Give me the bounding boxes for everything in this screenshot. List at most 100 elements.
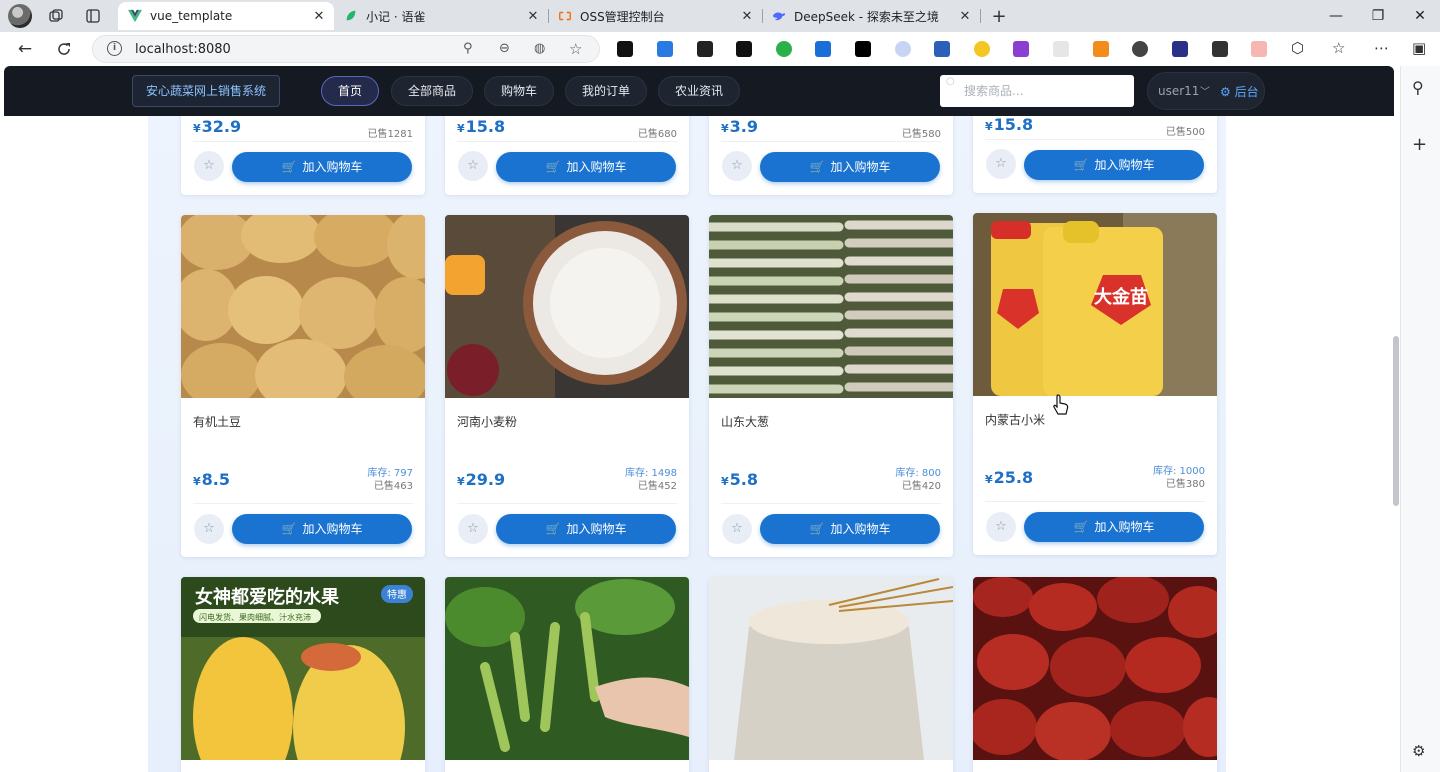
extensions-puzzle-icon[interactable]: ⬡ [1291,39,1304,57]
minimize-button[interactable]: — [1316,4,1356,28]
close-tab-icon[interactable]: ✕ [956,9,974,24]
cart-icon: 🛒 [1073,158,1089,172]
extension-icon[interactable] [617,41,633,57]
scallion-image[interactable] [709,215,953,398]
profile-avatar[interactable] [8,4,32,28]
potato-image[interactable] [181,215,425,398]
mango-image[interactable]: 特惠 女神都爱吃的水果 闪电发货、果肉细腻、汁水充沛 [181,577,425,760]
tab-deepseek[interactable]: DeepSeek - 探索未至之境 ✕ [762,2,980,30]
more-menu-icon[interactable]: ⋯ [1374,39,1389,57]
product-name[interactable]: 河南小麦粉 [457,413,517,430]
product-sold: 已售580 [901,129,941,140]
tab-oss[interactable]: OSS管理控制台 ✕ [548,2,762,30]
extension-icon[interactable] [1172,41,1188,57]
nav-home[interactable]: 首页 [321,76,380,106]
product-card[interactable]: 河南小麦粉 ¥29.9 库存: 1498 已售452 ☆ 🛒 加入购物车 [445,215,689,557]
reload-icon[interactable] [52,38,76,60]
extension-icon[interactable] [1093,41,1109,57]
extension-icon[interactable] [974,41,990,57]
extension-icon[interactable] [1013,41,1029,57]
extension-icon[interactable] [1251,41,1267,57]
add-to-cart-button[interactable]: 🛒 加入购物车 [1024,512,1204,542]
extension-icon[interactable] [934,41,950,57]
product-card[interactable] [973,577,1217,772]
extension-icon[interactable] [697,41,713,57]
close-tab-icon[interactable]: ✕ [524,9,542,24]
extension-icon[interactable] [776,41,792,57]
edamame-image[interactable] [445,577,689,760]
search-icon[interactable]: ⚲ [1412,78,1424,97]
favorite-star-icon[interactable]: ☆ [569,40,582,58]
workspaces-icon[interactable] [45,5,67,27]
nav-cart[interactable]: 购物车 [484,76,555,106]
product-card[interactable]: 有机土豆 ¥8.5 库存: 797 已售463 ☆ 🛒 加入购物车 [181,215,425,557]
rice-sack-image[interactable] [709,577,953,760]
product-card[interactable] [709,577,953,772]
add-to-cart-button[interactable]: 🛒 加入购物车 [1024,150,1204,180]
product-name[interactable]: 有机土豆 [193,413,241,430]
add-icon[interactable]: + [1412,134,1427,155]
key-icon[interactable]: ⚲ [463,41,473,56]
sidebar-toggle-icon[interactable]: ▣ [1412,39,1426,57]
search-input[interactable] [940,75,1134,107]
add-to-cart-button[interactable]: 🛒 加入购物车 [232,514,412,544]
translate-icon[interactable]: ◍ [534,41,545,56]
extension-icon[interactable] [1053,41,1069,57]
favorite-star-icon[interactable]: ☆ [458,151,488,181]
millet-image[interactable]: 大金苗 [973,213,1217,396]
favorite-star-icon[interactable]: ☆ [986,149,1016,179]
username[interactable]: user11 [1158,84,1199,98]
restore-button[interactable]: ❐ [1358,4,1398,28]
favorite-star-icon[interactable]: ☆ [986,512,1016,542]
back-icon[interactable]: ← [13,38,37,60]
url-text[interactable]: localhost:8080 [135,42,231,57]
add-to-cart-button[interactable]: 🛒 加入购物车 [232,152,412,182]
user-menu[interactable]: user11 ﹀ ⚙ 后台 [1147,72,1265,110]
zoom-icon[interactable]: ⊖ [499,41,510,56]
product-card[interactable]: 特惠 女神都爱吃的水果 闪电发货、果肉细腻、汁水充沛 [181,577,425,772]
product-name[interactable]: 山东大葱 [721,413,769,430]
close-tab-icon[interactable]: ✕ [310,9,328,24]
extension-icon[interactable] [736,41,752,57]
extension-icon[interactable] [1132,41,1148,57]
page-scrollbar[interactable] [1393,336,1399,506]
add-to-cart-button[interactable]: 🛒 加入购物车 [496,152,676,182]
favorite-star-icon[interactable]: ☆ [722,151,752,181]
tab-actions-icon[interactable] [82,5,104,27]
add-to-cart-button[interactable]: 🛒 加入购物车 [760,514,940,544]
extension-icon[interactable] [815,41,831,57]
favorite-star-icon[interactable]: ☆ [194,514,224,544]
extension-icon[interactable] [657,41,673,57]
favorite-star-icon[interactable]: ☆ [458,514,488,544]
add-to-cart-button[interactable]: 🛒 加入购物车 [760,152,940,182]
cart-icon: 🛒 [545,522,561,536]
chevron-down-icon[interactable]: ﹀ [1200,83,1210,98]
nav-my-orders[interactable]: 我的订单 [565,76,648,106]
settings-icon[interactable]: ⚙ [1412,742,1425,760]
product-card[interactable] [445,577,689,772]
extension-icon[interactable] [895,41,911,57]
close-tab-icon[interactable]: ✕ [738,9,756,24]
product-name[interactable]: 内蒙古小米 [985,411,1045,428]
jujube-image[interactable] [973,577,1217,760]
favorites-icon[interactable]: ☆ [1332,39,1345,57]
new-tab-button[interactable]: + [988,5,1010,27]
add-to-cart-button[interactable]: 🛒 加入购物车 [496,514,676,544]
nav-agri-news[interactable]: 农业资讯 [658,76,741,106]
extension-icon[interactable] [855,41,871,57]
product-card[interactable]: 大金苗 内蒙古小米 ¥25.8 库存: 1000 已售380 ☆ 🛒 加入购物车 [973,213,1217,555]
extension-icon[interactable] [1212,41,1228,57]
address-bar[interactable]: i localhost:8080 ⚲ ⊖ ◍ ☆ [92,35,600,63]
tab-title: 小记 · 语雀 [366,9,426,24]
product-card[interactable]: 山东大葱 ¥5.8 库存: 800 已售420 ☆ 🛒 加入购物车 [709,215,953,557]
favorite-star-icon[interactable]: ☆ [722,514,752,544]
tab-vue-template[interactable]: vue_template ✕ [118,2,334,30]
close-window-button[interactable]: ✕ [1400,4,1440,28]
flour-image[interactable] [445,215,689,398]
site-info-icon[interactable]: i [107,41,122,56]
favorite-star-icon[interactable]: ☆ [194,151,224,181]
admin-link[interactable]: ⚙ 后台 [1220,83,1259,100]
tab-yuque[interactable]: 小记 · 语雀 ✕ [334,2,548,30]
nav-all-products[interactable]: 全部商品 [391,76,474,106]
site-logo[interactable]: 安心蔬菜网上销售系统 [132,75,281,107]
